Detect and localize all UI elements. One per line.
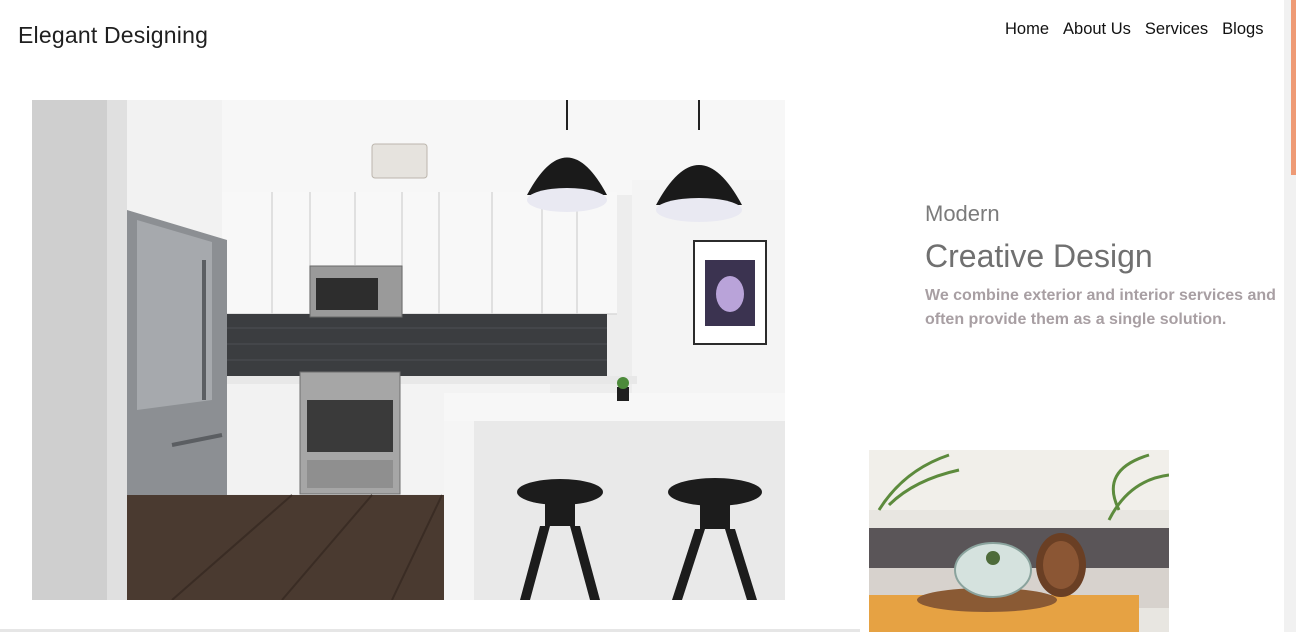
nav-blogs-link[interactable]: Blogs — [1222, 20, 1263, 39]
hero-description: We combine exterior and interior service… — [925, 287, 1276, 328]
hero-headline: Creative Design — [925, 238, 1153, 274]
kitchen-photo — [32, 100, 785, 600]
nav-about-link[interactable]: About Us — [1063, 20, 1131, 39]
nav-services-link[interactable]: Services — [1145, 20, 1208, 39]
page-scrollbar[interactable] — [1284, 0, 1296, 632]
hero-eyebrow: Modern — [925, 201, 1000, 226]
site-brand[interactable]: Elegant Designing — [18, 22, 208, 49]
scrollbar-thumb[interactable] — [1291, 0, 1296, 175]
main-nav: Home About Us Services Blogs — [1005, 20, 1263, 39]
nav-home-link[interactable]: Home — [1005, 20, 1049, 39]
living-room-photo — [869, 450, 1169, 632]
